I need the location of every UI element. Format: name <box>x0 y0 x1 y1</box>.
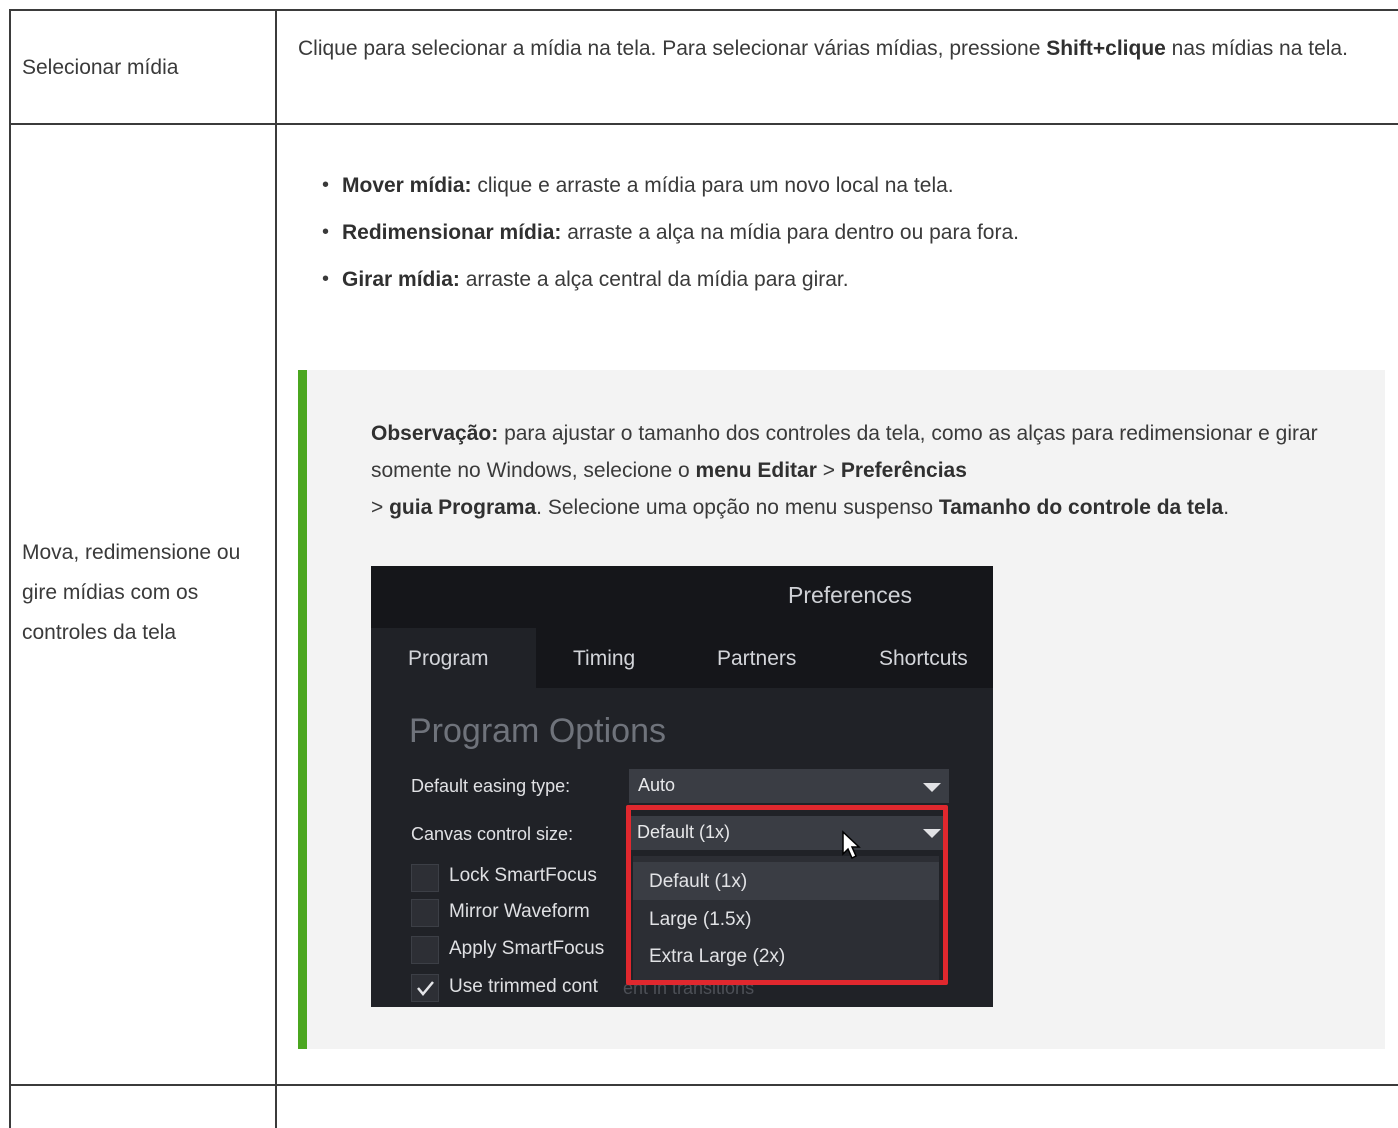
preferences-screenshot: Preferences Program Timing Partners Shor… <box>371 566 993 1007</box>
tab-bar: Program Timing Partners Shortcuts <box>371 628 993 688</box>
checkbox-label: Lock SmartFocus <box>449 865 597 886</box>
checkbox-label: Mirror Waveform <box>449 901 590 922</box>
note-text: Observação: para ajustar o tamanho dos c… <box>371 422 1318 519</box>
checkbox-checked[interactable] <box>411 974 439 1002</box>
checkbox[interactable] <box>411 899 439 927</box>
desc-text: nas mídias na tela. <box>1165 37 1348 60</box>
dialog-titlebar: Preferences <box>371 566 993 628</box>
checkmark-icon <box>417 981 434 996</box>
row-divider <box>9 1084 1398 1086</box>
canvas-size-label: Canvas control size: <box>411 824 574 844</box>
row-description-select-media: Clique para selecionar a mídia na tela. … <box>298 33 1378 65</box>
checkbox[interactable] <box>411 864 439 892</box>
desc-text: Clique para selecionar a mídia na tela. … <box>298 37 1047 60</box>
easing-dropdown[interactable]: Auto <box>629 769 949 803</box>
row-label-move-resize: Mova, redimensione ou gire mídias com os… <box>22 541 241 644</box>
note-accent-bar <box>298 370 307 1049</box>
shortcut-bold: Shift+clique <box>1046 37 1166 60</box>
checkbox[interactable] <box>411 936 439 964</box>
note-callout: Observação: para ajustar o tamanho dos c… <box>298 370 1385 1049</box>
list-item: Redimensionar mídia: arraste a alça na m… <box>322 209 1019 256</box>
tab-partners[interactable]: Partners <box>717 647 796 671</box>
checkbox-label: Use trimmed cont <box>449 976 598 997</box>
list-item: Mover mídia: clique e arraste a mídia pa… <box>322 162 1019 209</box>
tab-shortcuts[interactable]: Shortcuts <box>879 647 968 671</box>
easing-label: Default easing type: <box>411 776 571 796</box>
tab-timing[interactable]: Timing <box>573 647 635 671</box>
table-border-left <box>9 9 11 1128</box>
row-divider <box>9 123 1398 125</box>
chevron-down-icon <box>923 783 941 792</box>
checkbox-label: Apply SmartFocus <box>449 938 605 959</box>
dialog-title: Preferences <box>788 582 913 608</box>
row-label-select-media: Selecionar mídia <box>22 56 179 79</box>
bullet-list: Mover mídia: clique e arraste a mídia pa… <box>322 162 1019 303</box>
tab-program[interactable]: Program <box>371 628 536 688</box>
list-item: Girar mídia: arraste a alça central da m… <box>322 256 1019 303</box>
column-divider <box>275 9 277 1128</box>
highlight-box <box>626 805 948 985</box>
mouse-cursor-icon <box>842 830 861 860</box>
table-border-top <box>9 9 1398 11</box>
section-heading: Program Options <box>409 712 666 750</box>
